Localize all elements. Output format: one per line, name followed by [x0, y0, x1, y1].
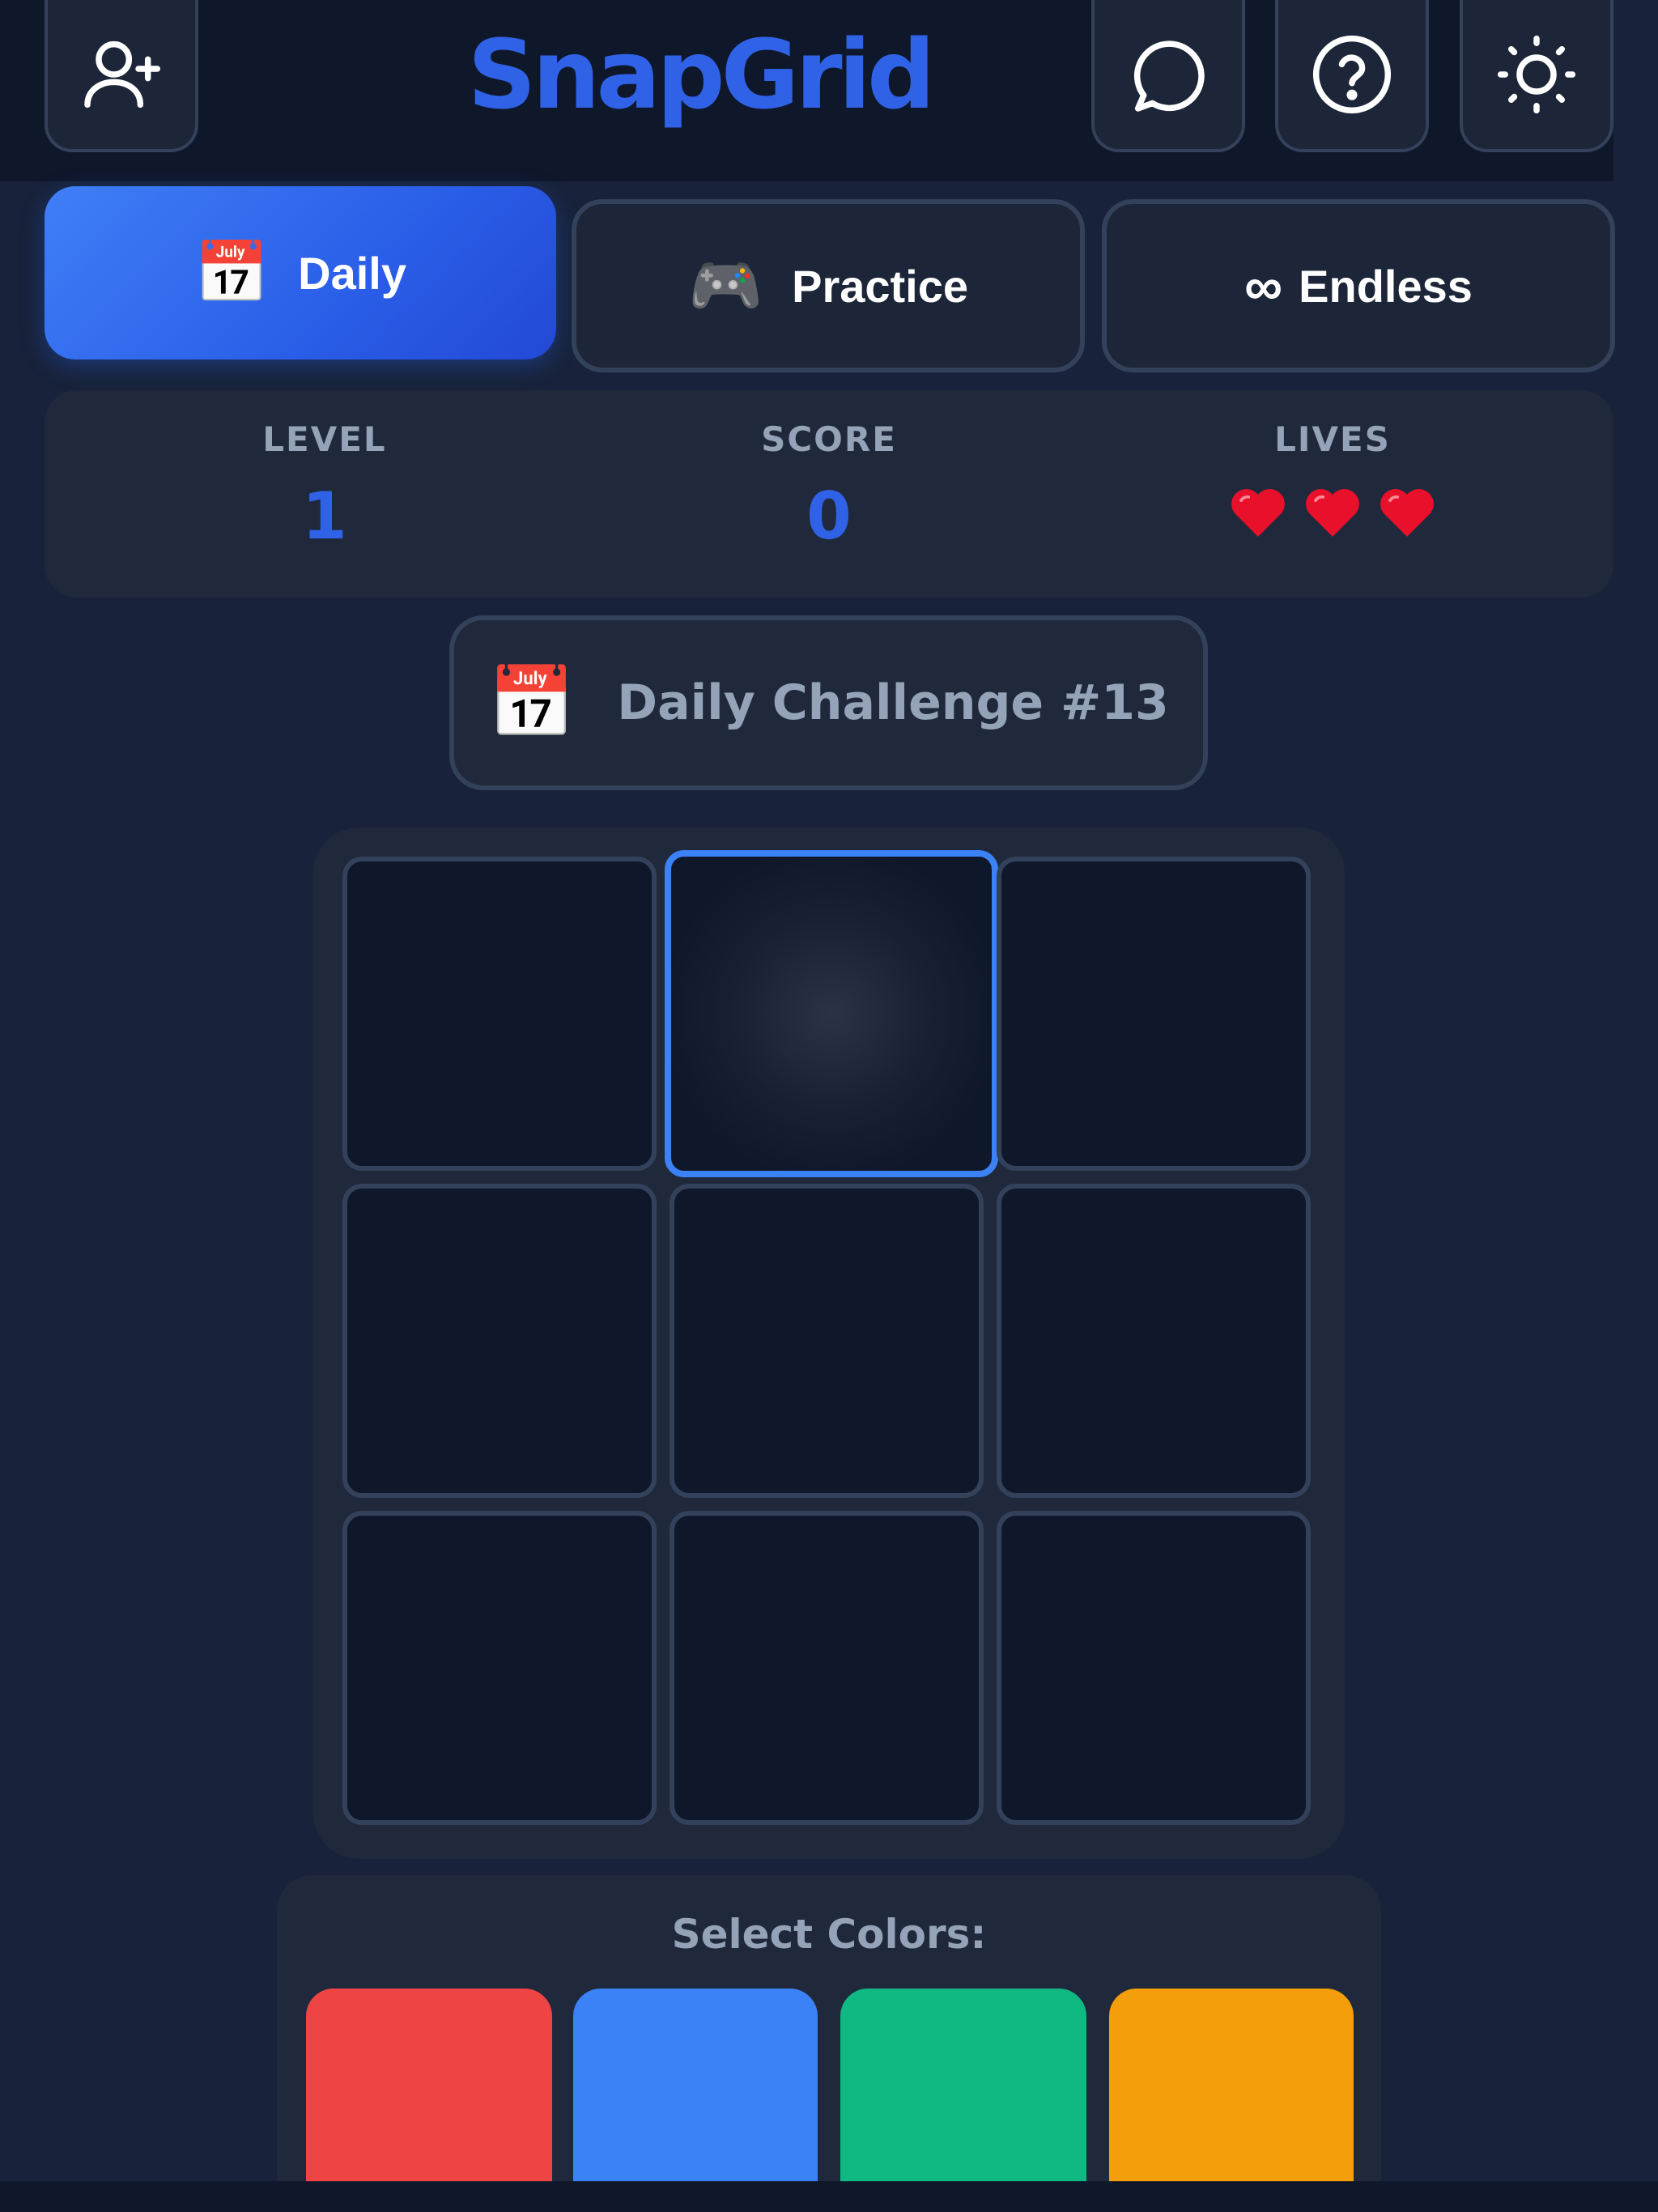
game-page: SnapGrid 📅 Daily 🎮 Practice ∞ Endless LE…: [0, 0, 1658, 2212]
tab-daily-label: Daily: [298, 247, 406, 299]
grid-cell-0-2[interactable]: [997, 857, 1311, 1171]
chat-button[interactable]: [1091, 0, 1245, 152]
daily-challenge-badge: 📅 Daily Challenge #13: [449, 615, 1208, 790]
color-swatch-green[interactable]: [840, 1989, 1086, 2212]
tab-endless[interactable]: ∞ Endless: [1102, 199, 1615, 372]
challenge-title: Daily Challenge #13: [617, 674, 1169, 731]
score-label: SCORE: [761, 419, 897, 459]
color-swatch-blue[interactable]: [573, 1989, 818, 2212]
grid-cell-2-1[interactable]: [670, 1511, 984, 1825]
header-bar: SnapGrid: [0, 0, 1613, 181]
grid-cell-0-1[interactable]: [665, 850, 998, 1177]
tab-daily[interactable]: 📅 Daily: [45, 186, 556, 359]
grid-cell-2-2[interactable]: [997, 1511, 1311, 1825]
heart-icon: [1380, 489, 1434, 537]
sun-icon: [1497, 35, 1576, 114]
lives-label: LIVES: [1274, 419, 1391, 459]
heart-icon: [1306, 489, 1359, 537]
color-palette: Select Colors:: [277, 1875, 1381, 2212]
question-circle-icon: [1312, 35, 1392, 114]
chat-bubble-icon: [1133, 40, 1205, 112]
lives-stat: LIVES: [1130, 390, 1535, 540]
heart-icon: [1231, 489, 1285, 537]
score-value: 0: [806, 479, 852, 554]
lives-hearts: [1130, 483, 1535, 540]
score-stat: SCORE 0: [627, 390, 1031, 553]
color-swatch-red[interactable]: [306, 1989, 552, 2212]
stats-panel: LEVEL 1 SCORE 0 LIVES: [45, 390, 1613, 598]
tab-endless-label: Endless: [1299, 260, 1473, 312]
color-swatch-orange[interactable]: [1109, 1989, 1354, 2212]
help-button[interactable]: [1275, 0, 1429, 152]
grid-cell-2-0[interactable]: [342, 1511, 657, 1825]
level-value: 1: [302, 479, 347, 554]
infinity-icon: ∞: [1244, 256, 1283, 316]
tab-practice-label: Practice: [792, 260, 969, 312]
calendar-icon: 📅: [488, 662, 576, 743]
game-board: [313, 827, 1345, 1859]
tab-practice[interactable]: 🎮 Practice: [572, 199, 1085, 372]
grid-cell-1-2[interactable]: [997, 1184, 1311, 1498]
bottom-strip: [0, 2181, 1658, 2212]
gamepad-icon: 🎮: [687, 252, 763, 319]
palette-title: Select Colors:: [671, 1911, 987, 1958]
calendar-icon: 📅: [194, 239, 270, 306]
grid-cell-1-0[interactable]: [342, 1184, 657, 1498]
level-label: LEVEL: [262, 419, 387, 459]
theme-toggle-button[interactable]: [1460, 0, 1613, 152]
level-stat: LEVEL 1: [122, 390, 527, 553]
grid-cell-0-0[interactable]: [342, 857, 657, 1171]
grid-cell-1-1[interactable]: [670, 1184, 984, 1498]
